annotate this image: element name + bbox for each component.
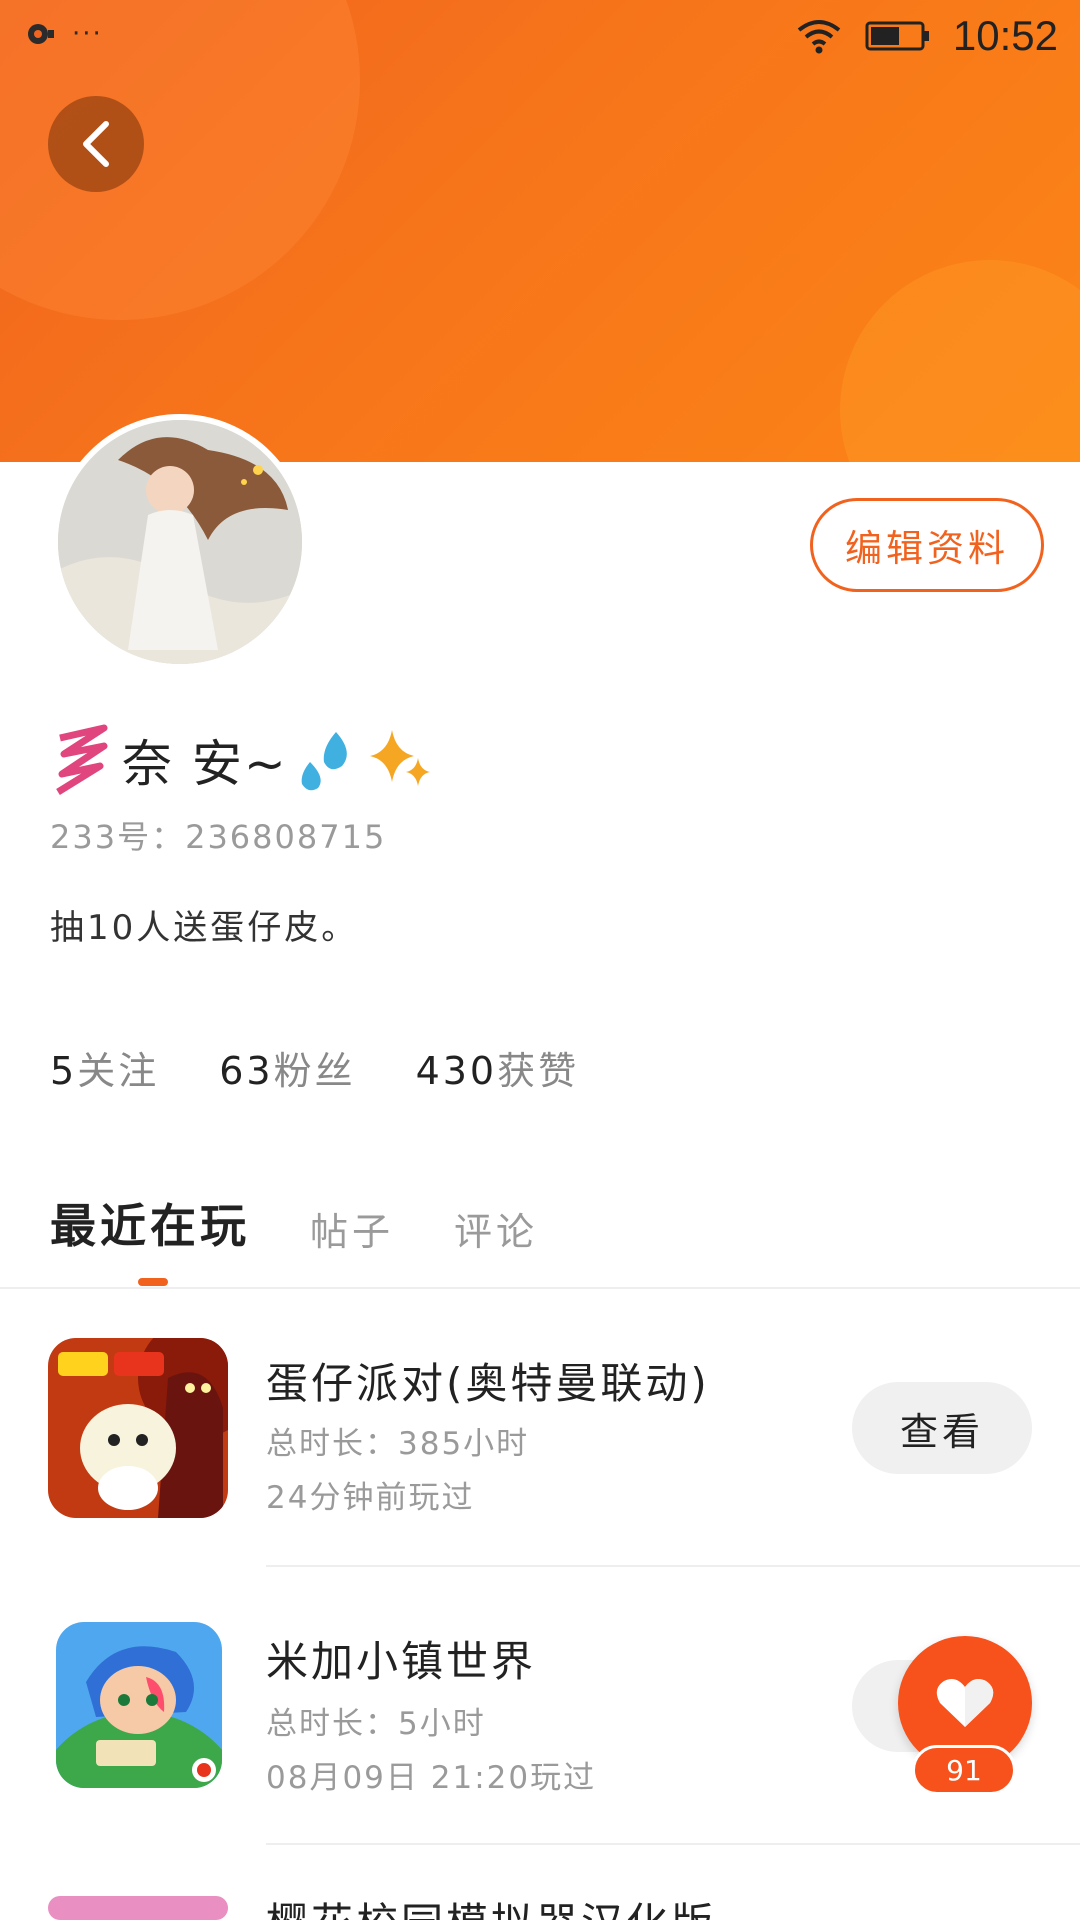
- status-time: 10:52: [952, 12, 1058, 59]
- sparkles-emoji-icon: [369, 730, 430, 786]
- tab-comments[interactable]: 评论: [454, 1201, 538, 1256]
- droplets-emoji-icon: [301, 732, 347, 791]
- stat-number: 430: [415, 1049, 498, 1093]
- heart-icon: [936, 1679, 994, 1727]
- status-left: ···: [26, 19, 103, 49]
- likes-stat[interactable]: 430 获赞: [416, 1040, 580, 1095]
- stat-label: 获赞: [497, 1049, 580, 1093]
- game-last-played: 24分钟前玩过: [266, 1480, 475, 1516]
- nickname: 奈 安~: [50, 720, 436, 800]
- game-last-played: 08月09日 21:20玩过: [266, 1760, 597, 1796]
- more-notifications-icon: ···: [72, 19, 103, 49]
- game-title: 蛋仔派对(奥特曼联动): [266, 1359, 710, 1408]
- view-button[interactable]: 查看: [852, 1382, 1032, 1474]
- row-divider: [266, 1843, 1080, 1845]
- game-duration: 总时长：385小时: [266, 1426, 530, 1462]
- game-icon-sakura-school: [48, 1896, 228, 1920]
- user-id: 233号：236808715: [50, 818, 387, 856]
- status-right: 10:52: [795, 12, 1058, 60]
- avatar-image: [58, 420, 302, 664]
- tabs-divider: [0, 1287, 1080, 1289]
- banner-decoration: [840, 260, 1080, 462]
- following-stat[interactable]: 5 关注: [50, 1040, 159, 1095]
- profile-tabs: 最近在玩 帖子 评论: [50, 1190, 538, 1256]
- followers-stat[interactable]: 63 粉丝: [219, 1040, 355, 1095]
- status-bar: ··· 10:52: [0, 0, 1080, 72]
- avatar[interactable]: [52, 414, 308, 670]
- notification-icon: [28, 24, 54, 44]
- row-divider: [266, 1565, 1080, 1567]
- zigzag-emoji-icon: [56, 724, 108, 795]
- edit-profile-button[interactable]: 编辑资料: [810, 498, 1044, 592]
- profile-page: ··· 10:52 编辑资料 奈 安~ 233号：236808715 抽10人送…: [0, 0, 1080, 1920]
- back-button[interactable]: [48, 96, 144, 192]
- nickname-text: 奈 安~: [122, 735, 288, 793]
- game-icon-eggy-party: [48, 1338, 228, 1518]
- bio: 抽10人送蛋仔皮。: [50, 908, 359, 948]
- stat-number: 63: [219, 1049, 274, 1093]
- game-duration: 总时长：5小时: [266, 1706, 486, 1742]
- tab-posts[interactable]: 帖子: [310, 1201, 394, 1256]
- game-title: 樱花校园模拟器汉化版: [266, 1890, 716, 1920]
- game-icon-miga-town: [56, 1622, 222, 1788]
- battery-icon: [865, 21, 929, 51]
- game-title: 米加小镇世界: [266, 1637, 537, 1686]
- stat-label: 粉丝: [273, 1049, 356, 1093]
- tab-recently-played[interactable]: 最近在玩: [50, 1190, 250, 1256]
- stat-label: 关注: [77, 1049, 160, 1093]
- active-tab-indicator: [138, 1278, 168, 1286]
- chevron-left-icon: [83, 121, 109, 167]
- wifi-icon: [797, 20, 841, 54]
- like-count-badge: 91: [912, 1745, 1016, 1795]
- profile-stats: 5 关注 63 粉丝 430 获赞: [50, 1040, 579, 1095]
- stat-number: 5: [50, 1049, 78, 1093]
- list-item[interactable]: 蛋仔派对(奥特曼联动) 总时长：385小时 24分钟前玩过 查看: [0, 1300, 1080, 1570]
